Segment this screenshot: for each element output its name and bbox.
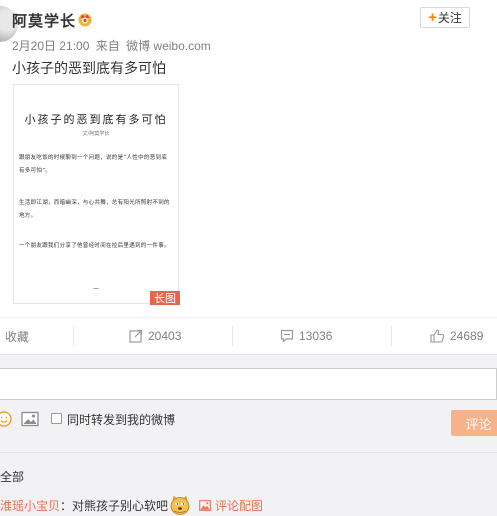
long-image-badge: 长图 [150, 291, 180, 305]
username[interactable]: 阿莫学长 [12, 10, 76, 31]
action-separator [391, 326, 392, 346]
comment-picture-link[interactable]: 评论配图 [199, 497, 263, 514]
long-image-paragraph: 一个朋友跟我们分享了他曾经时间在拉后里遇到的一件事。 [19, 243, 170, 249]
forward-label[interactable]: 同时转发到我的微博 [67, 411, 175, 428]
divider [0, 452, 497, 453]
action-separator [73, 326, 74, 346]
emoji-icon[interactable] [0, 411, 12, 427]
like-count: 24689 [450, 329, 484, 343]
long-image-author: 文/阿莫学长 [82, 131, 110, 137]
source-prefix: 来自 [95, 39, 120, 53]
favorite-button[interactable]: 收藏 [5, 318, 29, 354]
long-image-paragraph: 生活即江湖，而暗幽深，与心共舞，总有阳光所照射不到的地方。 [19, 200, 170, 219]
post-date[interactable]: 2月20日 21:00 [12, 39, 89, 53]
post-text: 小孩子的恶到底有多可怕 [12, 60, 166, 76]
comment-text: ：对熊孩子别心软吧 [60, 498, 169, 513]
forward-icon [129, 329, 143, 343]
plus-icon: + [428, 9, 437, 26]
long-image-paragraph: 跟朋友吃饭的时候聊到一个问题，说的是“人性中的恶到底有多可怕”。 [19, 155, 168, 174]
forward-count: 20403 [148, 329, 182, 343]
like-button[interactable]: 24689 [430, 318, 483, 354]
comment-item: 淮瑶小宝贝 ：对熊孩子别心软吧 评论配图 [0, 494, 263, 516]
comment-section [0, 355, 497, 516]
follow-button[interactable]: + 关注 [420, 7, 470, 28]
submit-comment-button[interactable]: 评论 [451, 410, 497, 436]
comment-picture-label: 评论配图 [215, 498, 264, 513]
post-meta: 2月20日 21:00 来自 微博 weibo.com [12, 37, 214, 54]
vip-crown-icon[interactable] [77, 11, 93, 27]
action-separator [232, 326, 233, 346]
picture-icon [199, 499, 211, 511]
comment-button[interactable]: 13036 [280, 318, 332, 354]
doge-emoji-icon [170, 495, 190, 515]
long-image-title: 小孩子的恶到底有多可怕 [24, 113, 168, 126]
comment-count: 13036 [299, 329, 333, 343]
long-image-thumbnail[interactable]: 小孩子的恶到底有多可怕 文/阿莫学长 跟朋友吃饭的时候聊到一个问题，说的是“人性… [13, 84, 179, 304]
commenter-name[interactable]: 淮瑶小宝贝 [0, 497, 60, 514]
follow-label: 关注 [437, 11, 462, 25]
comment-input[interactable] [0, 368, 497, 400]
post-source[interactable]: 微博 weibo.com [126, 39, 211, 53]
thumbs-up-icon [430, 329, 445, 343]
comment-icon [280, 329, 294, 343]
favorite-label: 收藏 [5, 329, 30, 344]
all-comments-tab[interactable]: 全部 [0, 468, 24, 485]
image-upload-icon[interactable] [21, 411, 39, 427]
forward-button[interactable]: 20403 [129, 318, 181, 354]
forward-checkbox[interactable] [51, 413, 62, 424]
action-bar: 收藏 20403 13036 24689 [0, 318, 497, 354]
